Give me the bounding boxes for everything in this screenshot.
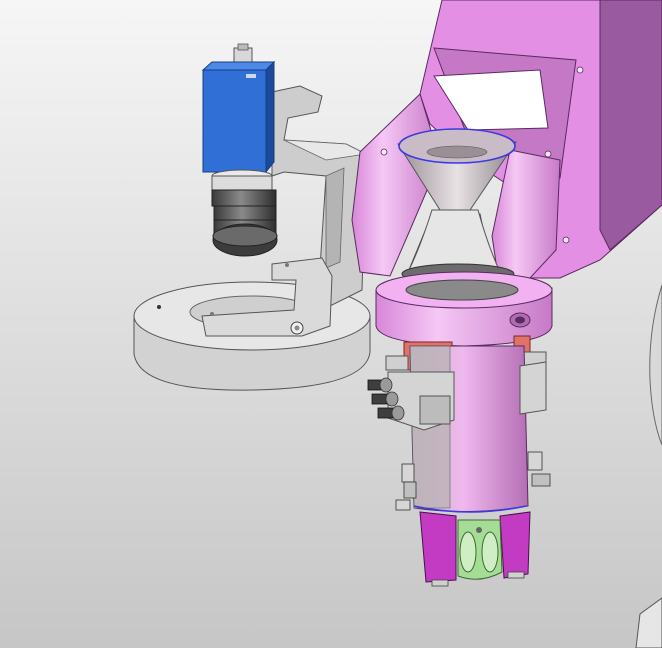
cad-viewport[interactable] bbox=[0, 0, 662, 648]
valve-block-right bbox=[519, 361, 547, 415]
fitting-1 bbox=[367, 377, 393, 393]
cad-model-render[interactable] bbox=[0, 0, 662, 648]
camera bbox=[201, 43, 276, 174]
wrist-flange bbox=[375, 271, 553, 347]
fitting-2 bbox=[371, 391, 399, 407]
gripper-linkage bbox=[457, 519, 503, 580]
fitting-3 bbox=[377, 405, 405, 421]
camera-lens bbox=[211, 169, 278, 257]
